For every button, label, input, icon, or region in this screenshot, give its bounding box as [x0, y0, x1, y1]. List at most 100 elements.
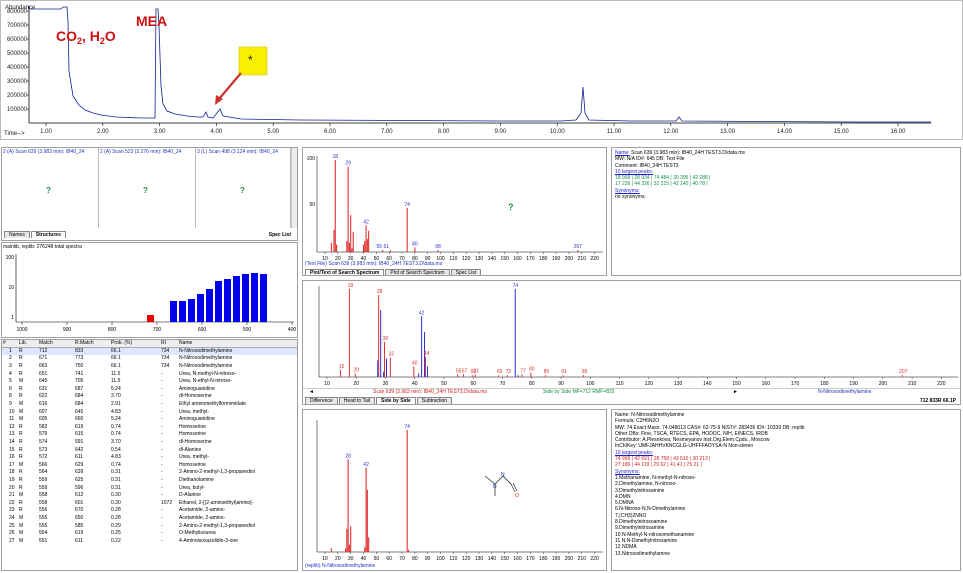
structure-panel-3[interactable]: 3 (L) Scan 498 (3.124 min): IB40_24 ? — [196, 148, 291, 228]
hit-cell: dl-Homoserine — [179, 393, 212, 400]
peak-label: 30 — [383, 336, 389, 342]
hit-list-row[interactable]: 11 M 605 660 5.24 - Aminoguanidine — [2, 416, 297, 424]
annotation-arrow — [218, 72, 242, 100]
structures-scrollbar[interactable] — [291, 148, 297, 228]
hit-list-row[interactable]: 12 R 582 619 0.74 - Homoserine — [2, 424, 297, 432]
column-header[interactable]: Match — [38, 340, 74, 349]
hit-cell: 19 — [9, 476, 15, 483]
tab-side-by-side[interactable]: Side by Side — [376, 397, 416, 404]
hit-cell: M — [19, 537, 24, 544]
hit-list-row[interactable]: 21 M 558 612 0.30 - D-Alanine — [2, 492, 297, 500]
structure-panel-header: 3 (L) Scan 498 (3.124 min): IB40_24 — [197, 149, 278, 155]
hit-cell: Acetamide, 2-amino- — [179, 507, 226, 514]
mz-tick-label: 80 — [529, 381, 535, 387]
hit-cell: D-Alanine — [179, 492, 201, 499]
hit-list-row[interactable]: 23 R 556 670 0.28 - Acetamide, 2-amino- — [2, 507, 297, 515]
hit-cell: 601 — [75, 499, 84, 506]
hit-list-row[interactable]: 13 R 579 615 0.74 - Homoserine — [2, 431, 297, 439]
column-header[interactable]: Lib. — [18, 340, 38, 349]
hit-list-row[interactable]: 18 R 564 639 0.31 - 2-Amino-2-methyl-1,3-propa… — [2, 469, 297, 477]
hit-cell: 607 — [39, 408, 48, 415]
column-header[interactable]: R.Match — [74, 340, 110, 349]
hit-cell: 0.28 — [111, 514, 121, 521]
tab-structures[interactable]: Structures — [30, 231, 66, 238]
hit-cell: Aminoguanidine — [179, 385, 215, 392]
hit-cell: 564 — [39, 469, 48, 476]
hit-cell: 0.31 — [111, 469, 121, 476]
hit-list-row[interactable]: 25 M 555 585 0.29 - 2-Amino-2-methyl-1,3-propa… — [2, 522, 297, 530]
hit-list-row[interactable]: 8 R 622 684 3.70 - dl-Homoserine — [2, 393, 297, 401]
column-header[interactable]: Prob. (%) — [110, 340, 160, 349]
hit-cell: 0.74 — [111, 423, 121, 430]
mz-tick-label: 100 — [586, 381, 595, 387]
hit-list-row[interactable]: 2 R 671 773 66.1 734 N-Nitrosodimethylamine — [2, 355, 297, 363]
hit-list-row[interactable]: 26 M 554 619 0.25 - O-Methylisourea — [2, 530, 297, 538]
library-spectrum-pane[interactable]: 10 20 30 40 50 60 70 80 90 100 110 120 130 140 150 160 1… — [302, 409, 607, 571]
tab-subtraction[interactable]: Subtraction — [416, 397, 453, 404]
hit-cell: 5.24 — [111, 385, 121, 392]
column-header[interactable]: Name — [178, 340, 297, 349]
structure-panel-2[interactable]: 2 (A) Scan 523 (3.276 min): IB40_24 ? — [99, 148, 196, 228]
scrollbar-left-arrow-icon[interactable]: ◄ — [309, 389, 314, 395]
hit-list-row[interactable]: 20 R 559 596 0.31 - Urea, butyl- — [2, 484, 297, 492]
hit-list-row[interactable]: 16 R 572 611 4.83 - Urea, methyl- — [2, 454, 297, 462]
spec-list-label[interactable]: Spec List — [269, 232, 291, 238]
hit-list-row[interactable]: 22 R 558 601 0.30 1072 Ethanol, 2-[(2-aminoeth… — [2, 499, 297, 507]
column-header[interactable]: # — [2, 340, 18, 349]
hit-cell: 0.28 — [111, 507, 121, 514]
tic-chart[interactable]: Abundance 800000700000600000500000400000… — [1, 1, 963, 140]
hit-cell: - — [161, 476, 163, 483]
hit-list-row[interactable]: 27 M 551 611 0.22 - 4-Aminoisoxazolidin-3-one — [2, 537, 297, 545]
hit-cell: Homoserine — [179, 461, 206, 468]
hit-cell: 615 — [75, 431, 84, 438]
hit-list-row[interactable]: 4 R 651 741 11.5 - Urea, N-methyl-N-nitroso- — [2, 370, 297, 378]
structure-panel-1[interactable]: 2 (A) Scan 639 (3.983 min): IB40_24 ? — [2, 148, 99, 228]
hit-list-row[interactable]: 3 R 663 750 66.1 734 N-Nitrosodimethylamine — [2, 363, 297, 371]
search-spectrum-pane[interactable]: 10 20 30 40 50 60 70 80 90 100 110 120 130 140 150 160 1… — [302, 147, 607, 276]
hit-list-row[interactable]: 1 R 712 833 66.1 734 N-Nitrosodimethylamine — [2, 347, 297, 356]
hit-list-row[interactable]: 24 M 555 650 0.28 - Acetamide, 2-amino- — [2, 515, 297, 523]
hit-cell: 650 — [75, 514, 84, 521]
synonym-item: 13.Nitrosodimethylamine — [615, 550, 671, 557]
tic-xtick-label: 12.00 — [663, 129, 679, 135]
tab-names[interactable]: Names — [4, 231, 30, 238]
mz-tick-label: 160 — [513, 556, 522, 560]
library-spectrum-caption: (replib) N-Nitrosodimethylamine — [305, 563, 376, 569]
comparison-pane[interactable]: 10 20 30 40 50 60 70 80 90 100 110 120 130 140 150 160 1… — [302, 280, 961, 405]
hit-list-row[interactable]: 5 M 645 705 11.5 - Urea, N-ethyl-N-nitroso- — [2, 378, 297, 386]
tic-xtick-label: 2.00 — [97, 129, 109, 135]
search-spectrum-chart[interactable]: 10 20 30 40 50 60 70 80 90 100 110 120 130 140 150 160 1… — [303, 148, 607, 266]
mz-tick-label: 110 — [449, 556, 457, 560]
tab-spec-list[interactable]: Spec List — [450, 269, 482, 275]
tab-plot-text-search[interactable]: Plot/Text of Search Spectrum — [305, 269, 385, 275]
mz-tick-label: 150 — [501, 556, 510, 560]
tic-chromatogram-pane[interactable]: Abundance 800000 700000 600000 500000 400000… — [0, 0, 963, 140]
library-spectrum-chart[interactable]: 10 20 30 40 50 60 70 80 90 100 110 120 130 140 150 160 1… — [303, 410, 607, 560]
hit-cell: 619 — [75, 423, 84, 430]
hit-list-row[interactable]: 15 R 573 642 0.54 - dl-Alanine — [2, 446, 297, 454]
tab-difference[interactable]: Difference — [305, 397, 338, 404]
scrollbar-right-arrow-icon[interactable]: ► — [733, 389, 738, 395]
hit-list-row[interactable]: 6 R 631 687 5.24 - Aminoguanidine — [2, 386, 297, 394]
hit-cell: 11.5 — [111, 370, 121, 377]
mz-tick-label: 40 — [361, 556, 367, 560]
hit-list-row[interactable]: 9 M 616 684 2.91 - Ethyl aminomethylformimidat… — [2, 401, 297, 409]
column-header[interactable]: RI — [160, 340, 178, 349]
peak-label: 98 — [435, 244, 441, 250]
peak-label: 42 — [419, 310, 425, 316]
hit-cell: 582 — [39, 423, 48, 430]
hit-cell: 616 — [39, 401, 48, 408]
histogram-bar — [215, 281, 222, 322]
tab-plot-search[interactable]: Plot of Search Spectrum — [385, 269, 450, 275]
hit-list-row[interactable]: 10 M 607 645 4.83 - Urea, methyl- — [2, 408, 297, 416]
mz-tick-label: 210 — [908, 381, 917, 387]
hit-list-row[interactable]: 14 R 574 591 3.70 - dl-Homoserine — [2, 439, 297, 447]
comparison-spectrum-chart[interactable]: 10 20 30 40 50 60 70 80 90 100 110 120 130 140 150 160 1… — [303, 281, 961, 389]
peak-label: 29 — [345, 160, 351, 166]
histogram-bar — [147, 315, 154, 322]
hit-cell: 4.83 — [111, 454, 121, 461]
tab-head-to-tail[interactable]: Head to Tail — [338, 397, 376, 404]
mz-tick-label: 80 — [412, 556, 418, 560]
hit-list-row[interactable]: 19 R 559 625 0.31 - Diethanolamine — [2, 477, 297, 485]
hit-list-row[interactable]: 17 M 566 629 0.74 - Homoserine — [2, 462, 297, 470]
